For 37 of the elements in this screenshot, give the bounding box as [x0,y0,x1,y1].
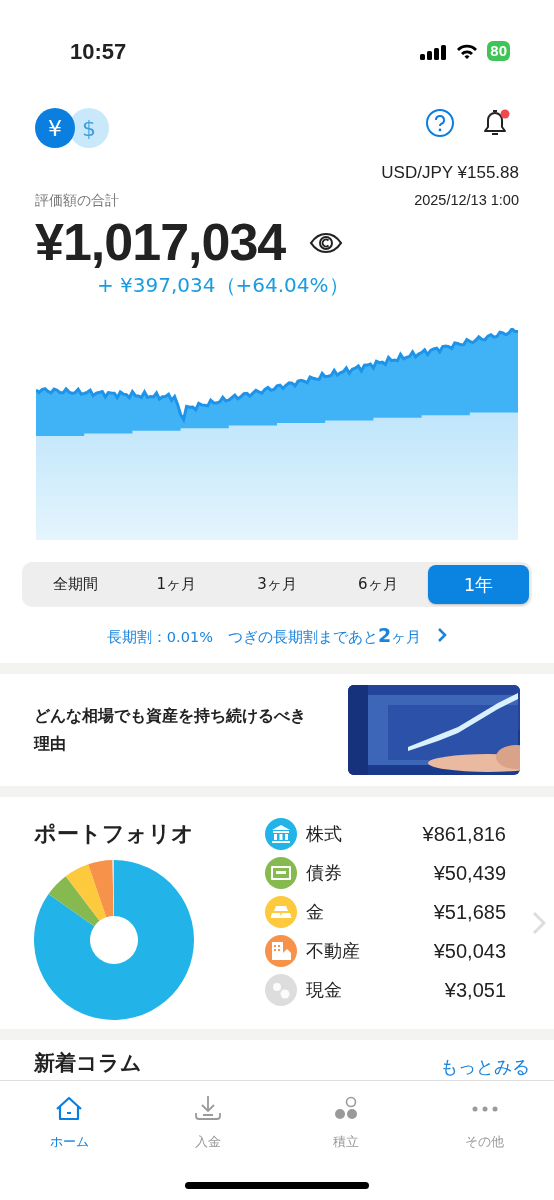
asset-amount: ¥50,439 [432,860,506,886]
exchange-rate: USD/JPY ¥155.88 [381,162,519,184]
portfolio-title: ポートフォリオ [34,819,195,848]
rate-time: 2025/12/13 1:00 [414,190,519,210]
asset-amount: ¥861,816 [421,821,506,847]
asset-amount: ¥3,051 [443,977,506,1003]
signal-icon [420,42,448,60]
tab-bar-item[interactable]: ホーム [0,1080,139,1153]
chevron-right-icon[interactable] [437,626,448,643]
asset-name: 債券 [306,861,343,886]
currency-toggle[interactable]: ¥ [35,108,75,148]
section-title: 新着コラム [34,1050,142,1078]
tab-bar-item[interactable]: その他 [415,1080,554,1153]
more-icon [471,1105,498,1112]
asset-name: 現金 [306,978,343,1003]
asset-amount: ¥50,043 [432,938,506,964]
change-amount: + ¥397,034（+64.04%） [96,271,350,299]
period-tab[interactable]: 6ヶ月 [327,564,429,604]
battery-level: 80 [487,41,510,61]
asset-amount: ¥51,685 [432,899,506,925]
tab-bar-item[interactable]: 積立 [277,1080,416,1153]
asset-name: 株式 [306,822,343,847]
eye-icon[interactable] [309,231,344,254]
tab-bar-item[interactable]: 入金 [138,1080,277,1153]
period-tab[interactable]: 3ヶ月 [226,564,328,604]
period-tab[interactable]: 1ヶ月 [125,564,227,604]
asset-name: 不動産 [306,939,361,964]
period-tab[interactable]: 1年 [428,564,529,604]
help-icon[interactable] [425,108,455,138]
asset-name: 金 [306,900,325,925]
see-more-link[interactable]: もっとみる [440,1052,530,1080]
total-amount: ¥1,017,034 [35,215,286,270]
wifi-icon [455,42,480,60]
period-tab[interactable]: 全期間 [25,564,126,604]
status-time: 10:57 [70,37,127,66]
total-label: 評価額の合計 [35,191,119,211]
article-title[interactable]: どんな相場でも資産を持ち続けるべき理由 [34,701,312,758]
